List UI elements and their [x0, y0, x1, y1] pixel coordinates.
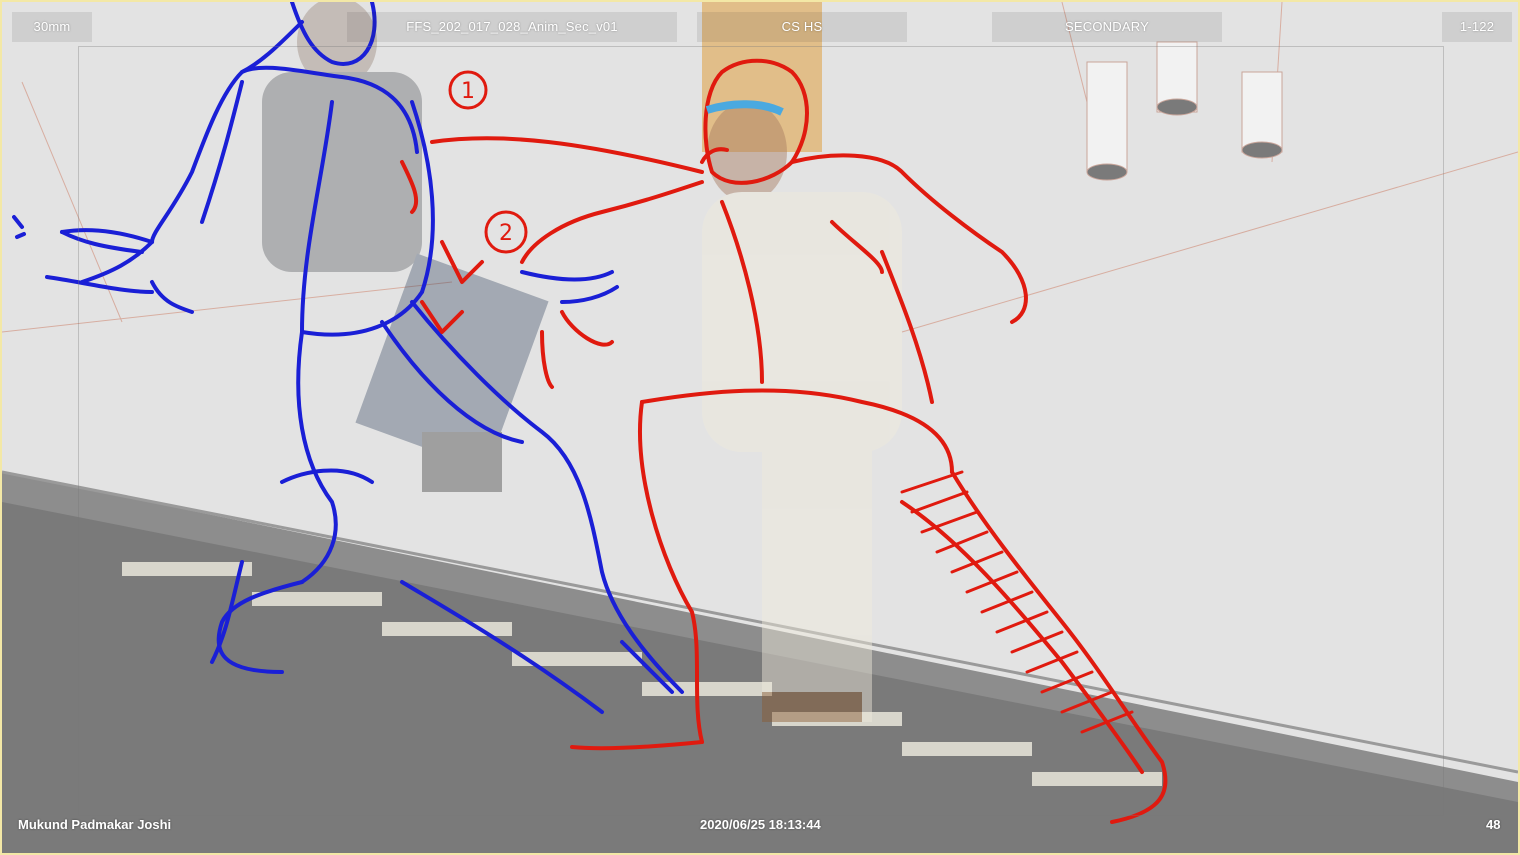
scene-drawing: 1 2 [2, 2, 1518, 853]
current-frame-label: 48 [1486, 817, 1501, 832]
svg-text:1: 1 [461, 79, 475, 104]
pass-label: SECONDARY [992, 12, 1222, 42]
artist-label: Mukund Padmakar Joshi [18, 817, 172, 832]
animation-viewport: 1 2 30mm FFS_202_017_028_Anim_Sec_v01 CS… [0, 0, 1520, 855]
timestamp-label: 2020/06/25 18:13:44 [700, 817, 821, 832]
shot-name-label: FFS_202_017_028_Anim_Sec_v01 [347, 12, 677, 42]
frame-range-label: 1-122 [1442, 12, 1512, 42]
svg-text:2: 2 [499, 221, 513, 246]
shot-type-label: CS HS [697, 12, 907, 42]
lens-label: 30mm [12, 12, 92, 42]
